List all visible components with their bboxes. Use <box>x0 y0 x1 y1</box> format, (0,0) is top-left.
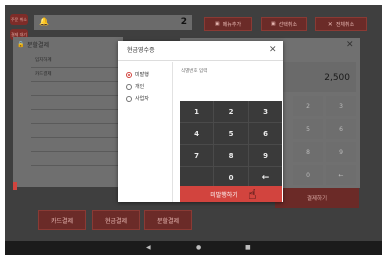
keypad-key-4[interactable]: 4 <box>180 123 213 144</box>
close-icon: ✕ <box>327 20 333 28</box>
order-count: 2 <box>180 17 187 27</box>
divider <box>31 123 119 124</box>
dialog-title: 현금영수증 <box>127 47 155 54</box>
split-panel-item[interactable]: 입지하계 <box>35 58 52 64</box>
add-menu-button[interactable]: ▣ 메뉴추가 <box>204 17 252 31</box>
option-label: 미발행 <box>135 72 149 78</box>
keypad-key-blank <box>180 167 213 188</box>
divider <box>31 165 119 166</box>
radio-icon <box>126 84 132 90</box>
divider <box>31 67 119 68</box>
keypad-key-7[interactable]: 7 <box>180 145 213 166</box>
split-panel-header: 🔒 분할결제 <box>17 40 121 52</box>
divider <box>31 109 119 110</box>
keypad-key[interactable]: 6 <box>326 119 356 139</box>
radio-option-business[interactable]: 사업자 <box>126 96 170 104</box>
panel-marker <box>13 182 17 190</box>
keypad-key[interactable]: 3 <box>326 96 356 116</box>
keypad-key[interactable]: 2 <box>293 96 323 116</box>
keypad-key[interactable]: 8 <box>293 142 323 162</box>
divider <box>31 95 119 96</box>
cash-payment-button[interactable]: 현금결제 <box>92 210 140 230</box>
keypad-key-0[interactable]: 0 <box>214 167 248 188</box>
id-number-placeholder: 식별번호 입력 <box>181 69 208 74</box>
home-icon[interactable]: ● <box>196 244 201 251</box>
keypad-key-1[interactable]: 1 <box>180 101 213 122</box>
close-icon[interactable]: ✕ <box>269 45 277 55</box>
keypad-key[interactable]: 0 <box>293 165 323 185</box>
back-icon[interactable]: ◀ <box>146 244 151 251</box>
cancel-all-button[interactable]: ✕ 전체취소 <box>315 17 367 31</box>
cash-receipt-dialog: 현금영수증 ✕ 미발행 개인 사업자 식별번호 입력 1 2 3 4 5 6 7… <box>118 41 283 202</box>
amount-value: 2,500 <box>324 73 350 83</box>
radio-option-no-issue[interactable]: 미발행 <box>126 72 170 80</box>
card-payment-button[interactable]: 카드결제 <box>38 210 86 230</box>
app-screen: 주문 취소 결제 대기 🔔 2 ▣ 메뉴추가 ▣ 선택취소 ✕ 전체취소 🔒 분할결제… <box>5 5 382 241</box>
keypad-key-5[interactable]: 5 <box>214 123 248 144</box>
radio-selected-icon <box>126 72 132 78</box>
receipt-type-options: 미발행 개인 사업자 <box>118 62 173 202</box>
dialog-header: 현금영수증 ✕ <box>118 41 283 61</box>
split-payment-button[interactable]: 분할결제 <box>144 210 192 230</box>
cancel-order-badge[interactable]: 주문 취소 <box>10 14 28 25</box>
order-header: 🔔 2 <box>34 15 192 30</box>
divider <box>31 137 119 138</box>
system-nav-bar: ◀ ● ■ <box>5 241 382 255</box>
bell-icon: 🔔 <box>39 17 49 26</box>
keypad-key[interactable]: 9 <box>326 142 356 162</box>
box-icon: ▣ <box>270 21 276 27</box>
close-icon[interactable]: ✕ <box>346 40 354 50</box>
split-payment-panel: 🔒 분할결제 입지하계 카드결제 <box>13 37 123 190</box>
id-number-field[interactable]: 식별번호 입력 <box>180 67 278 79</box>
split-panel-title: 분할결제 <box>27 42 50 49</box>
divider <box>31 81 119 82</box>
option-label: 사업자 <box>135 96 149 102</box>
recents-icon[interactable]: ■ <box>245 244 251 251</box>
radio-icon <box>126 96 132 102</box>
option-label: 개인 <box>135 84 145 90</box>
hand-cursor-icon: ☝ <box>248 187 257 203</box>
keypad-key-6[interactable]: 6 <box>249 123 282 144</box>
divider <box>31 151 119 152</box>
keypad-key-8[interactable]: 8 <box>214 145 248 166</box>
keypad-key[interactable]: 5 <box>293 119 323 139</box>
keypad-key-3[interactable]: 3 <box>249 101 282 122</box>
cancel-selected-button[interactable]: ▣ 선택취소 <box>261 17 307 31</box>
pay-button[interactable]: 결제하기 <box>275 188 359 208</box>
keypad-key-9[interactable]: 9 <box>249 145 282 166</box>
radio-option-personal[interactable]: 개인 <box>126 84 170 92</box>
no-issue-submit-button[interactable]: 미발행하기 <box>180 186 282 202</box>
keypad-key-2[interactable]: 2 <box>214 101 248 122</box>
box-icon: ▣ <box>214 21 220 27</box>
keypad-backspace[interactable]: ← <box>249 167 282 188</box>
split-panel-item[interactable]: 카드결제 <box>35 72 52 78</box>
lock-icon: 🔒 <box>17 41 25 48</box>
keypad-key[interactable]: ← <box>326 165 356 185</box>
